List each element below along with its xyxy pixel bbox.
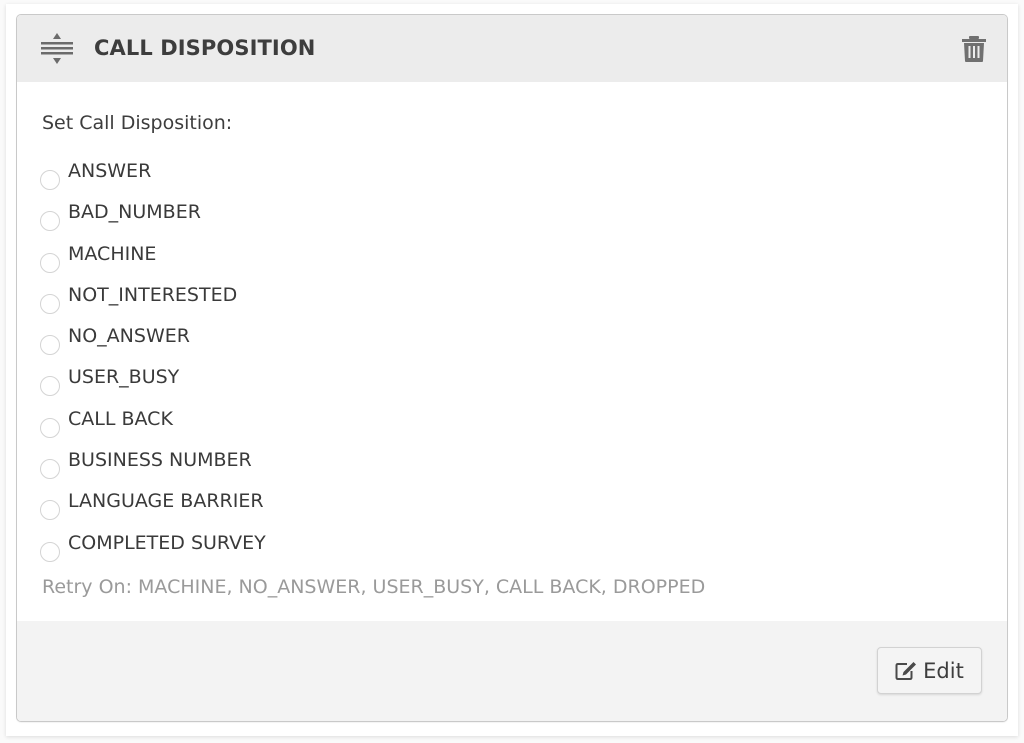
radio-button[interactable]	[40, 252, 60, 273]
radio-button[interactable]	[40, 211, 60, 232]
radio-button[interactable]	[40, 170, 60, 190]
retry-on-text: Retry On: MACHINE, NO_ANSWER, USER_BUSY,…	[42, 576, 706, 598]
edit-button[interactable]: Edit	[877, 647, 982, 694]
radio-button[interactable]	[40, 417, 60, 438]
radio-button[interactable]	[40, 459, 60, 480]
radio-button[interactable]	[40, 376, 60, 397]
option-label: NOT_INTERESTED	[68, 283, 238, 306]
call-disposition-panel: CALL DISPOSITION Set Call Disposition: A…	[16, 14, 1008, 722]
edit-icon	[895, 661, 917, 680]
panel-footer: Edit	[17, 621, 1007, 721]
option-label: BAD_NUMBER	[68, 201, 201, 224]
trash-icon[interactable]	[961, 35, 987, 63]
radio-button[interactable]	[40, 335, 60, 356]
option-label: LANGUAGE BARRIER	[68, 490, 264, 513]
radio-button[interactable]	[40, 500, 60, 521]
drag-reorder-icon[interactable]	[39, 31, 75, 67]
edit-label: Edit	[923, 658, 964, 683]
set-disposition-label: Set Call Disposition:	[42, 112, 233, 134]
option-label: NO_ANSWER	[68, 325, 190, 348]
option-label: USER_BUSY	[68, 366, 180, 389]
option-label: CALL BACK	[68, 407, 173, 430]
radio-button[interactable]	[40, 293, 60, 314]
option-label: ANSWER	[68, 160, 152, 182]
panel-title: CALL DISPOSITION	[94, 36, 316, 60]
panel-header: CALL DISPOSITION	[17, 15, 1007, 82]
option-label: COMPLETED SURVEY	[68, 531, 266, 554]
panel-body: Set Call Disposition: ANSWER BAD_NUMBER …	[17, 82, 1007, 621]
radio-button[interactable]	[40, 541, 60, 562]
page-container: CALL DISPOSITION Set Call Disposition: A…	[6, 4, 1018, 736]
option-label: BUSINESS NUMBER	[68, 449, 252, 472]
option-label: MACHINE	[68, 242, 157, 265]
